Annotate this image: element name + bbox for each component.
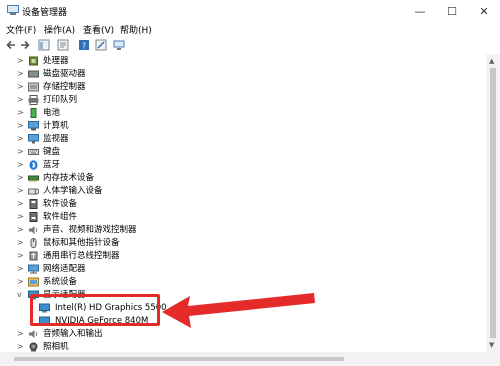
- tree-item-print-queues[interactable]: > 打印队列: [0, 94, 480, 107]
- system-icon: [28, 277, 39, 287]
- tree-item-software-components[interactable]: > 软件组件: [0, 211, 480, 224]
- chevron-right-icon[interactable]: >: [17, 147, 25, 157]
- software-device-icon: [29, 199, 38, 209]
- tree-item-usb-controllers[interactable]: > 通用串行总线控制器: [0, 250, 480, 263]
- camera-icon: [29, 342, 38, 352]
- back-arrow-icon[interactable]: [5, 39, 17, 51]
- tree-item-cameras[interactable]: > 照相机: [0, 341, 480, 352]
- scan-hardware-icon[interactable]: [113, 39, 125, 51]
- tree-item-computer[interactable]: > 计算机: [0, 120, 480, 133]
- show-hide-tree-icon[interactable]: [38, 39, 50, 51]
- maximize-button[interactable]: ☐: [436, 0, 468, 22]
- horizontal-scroll-thumb[interactable]: [14, 357, 344, 361]
- scroll-up-icon[interactable]: ▲: [489, 57, 494, 65]
- menu-help[interactable]: 帮助(H): [120, 23, 152, 36]
- window-title: 设备管理器: [22, 8, 68, 18]
- chevron-right-icon[interactable]: >: [17, 82, 25, 92]
- tree-item-batteries[interactable]: > 电池: [0, 107, 480, 120]
- mouse-icon: [30, 238, 37, 248]
- chevron-right-icon[interactable]: >: [17, 238, 25, 248]
- vertical-scroll-thumb[interactable]: [490, 68, 496, 338]
- tree-item-keyboards[interactable]: > 键盘: [0, 146, 480, 159]
- menu-action[interactable]: 操作(A): [44, 23, 75, 36]
- chevron-right-icon[interactable]: >: [17, 134, 25, 144]
- monitor-icon: [28, 134, 39, 144]
- toolbar: ?: [0, 36, 500, 55]
- memory-icon: [28, 175, 39, 182]
- cpu-icon: [29, 56, 38, 66]
- vertical-scrollbar[interactable]: ▲ ▼: [486, 54, 500, 352]
- computer-icon: [28, 121, 39, 131]
- usb-icon: [29, 251, 38, 261]
- storage-icon: [28, 82, 39, 92]
- chevron-right-icon[interactable]: >: [17, 199, 25, 209]
- update-driver-icon[interactable]: [95, 39, 107, 51]
- chevron-right-icon[interactable]: >: [17, 264, 25, 274]
- chevron-right-icon[interactable]: >: [17, 277, 25, 287]
- chevron-down-icon[interactable]: v: [17, 290, 25, 300]
- chevron-right-icon[interactable]: >: [17, 121, 25, 131]
- tree-item-hid[interactable]: > 人体学输入设备: [0, 185, 480, 198]
- menu-bar: 文件(F) 操作(A) 查看(V) 帮助(H): [0, 22, 500, 36]
- properties-icon[interactable]: [57, 39, 69, 51]
- disk-icon: [28, 70, 39, 78]
- chevron-right-icon[interactable]: >: [17, 108, 25, 118]
- keyboard-icon: [28, 149, 39, 155]
- tree-item-sound-video-game[interactable]: > 声音、视频和游戏控制器: [0, 224, 480, 237]
- chevron-right-icon[interactable]: >: [17, 69, 25, 79]
- tree-item-memory-technology[interactable]: > 内存技术设备: [0, 172, 480, 185]
- tree-item-disk-drives[interactable]: > 磁盘驱动器: [0, 68, 480, 81]
- battery-icon: [30, 108, 37, 118]
- forward-arrow-icon[interactable]: [19, 39, 31, 51]
- tree-item-network-adapters[interactable]: > 网络适配器: [0, 263, 480, 276]
- menu-file[interactable]: 文件(F): [6, 23, 36, 36]
- chevron-right-icon[interactable]: >: [17, 95, 25, 105]
- chevron-right-icon[interactable]: >: [17, 160, 25, 170]
- sound-icon: [29, 226, 38, 234]
- printer-icon: [28, 95, 39, 105]
- device-manager-icon: [7, 5, 19, 15]
- chevron-right-icon[interactable]: >: [17, 186, 25, 196]
- tree-item-mice[interactable]: > 鼠标和其他指针设备: [0, 237, 480, 250]
- tree-item-bluetooth[interactable]: > 蓝牙: [0, 159, 480, 172]
- scroll-down-icon[interactable]: ▼: [489, 341, 494, 349]
- chevron-right-icon[interactable]: >: [17, 56, 25, 66]
- chevron-right-icon[interactable]: >: [17, 212, 25, 222]
- hid-icon: [28, 188, 39, 195]
- tree-item-processor[interactable]: > 处理器: [0, 55, 480, 68]
- horizontal-scrollbar[interactable]: [0, 352, 500, 366]
- tree-item-software-devices[interactable]: > 软件设备: [0, 198, 480, 211]
- chevron-right-icon[interactable]: >: [17, 251, 25, 261]
- highlight-box: [30, 294, 160, 326]
- tree-item-monitors[interactable]: > 监视器: [0, 133, 480, 146]
- chevron-right-icon[interactable]: >: [17, 342, 25, 352]
- software-component-icon: [29, 212, 38, 222]
- close-button[interactable]: ✕: [468, 0, 500, 22]
- minimize-button[interactable]: —: [404, 0, 436, 22]
- title-bar: 设备管理器 — ☐ ✕: [0, 0, 500, 22]
- chevron-right-icon[interactable]: >: [17, 225, 25, 235]
- network-icon: [28, 264, 39, 274]
- svg-text:?: ?: [82, 42, 86, 51]
- help-icon[interactable]: ?: [78, 39, 90, 51]
- chevron-right-icon[interactable]: >: [17, 173, 25, 183]
- red-arrow-annotation: [162, 293, 315, 328]
- bluetooth-icon: [29, 160, 38, 170]
- audio-io-icon: [29, 330, 38, 338]
- tree-item-storage-controllers[interactable]: > 存储控制器: [0, 81, 480, 94]
- chevron-right-icon[interactable]: >: [17, 329, 25, 339]
- menu-view[interactable]: 查看(V): [83, 23, 114, 36]
